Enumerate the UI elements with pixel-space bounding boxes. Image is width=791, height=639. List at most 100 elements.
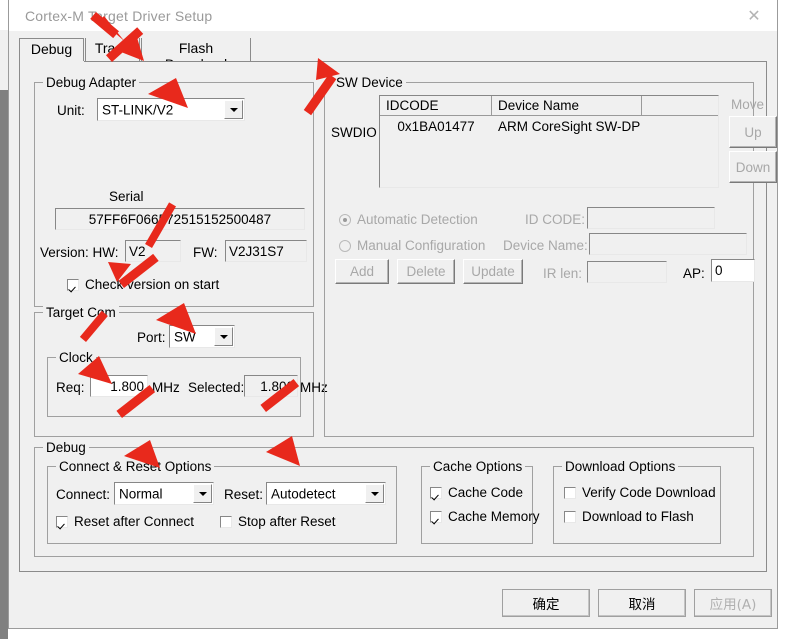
stop-after-reset-label: Stop after Reset bbox=[238, 514, 336, 529]
id-code-input[interactable] bbox=[587, 207, 715, 229]
selected-label: Selected: bbox=[188, 380, 245, 395]
tab-trace[interactable]: Trace bbox=[85, 38, 140, 62]
debug-adapter-legend: Debug Adapter bbox=[43, 75, 140, 90]
screen: Cortex-M Target Driver Setup ✕ Debug Tra… bbox=[0, 0, 791, 639]
swdio-label: SWDIO bbox=[331, 125, 377, 140]
automatic-detection-radio[interactable]: Automatic Detection bbox=[339, 212, 478, 227]
verify-code-download-box[interactable] bbox=[564, 486, 576, 499]
stop-after-reset-box[interactable] bbox=[220, 515, 232, 528]
automatic-detection-dot[interactable] bbox=[339, 213, 351, 226]
column-header-device-name: Device Name bbox=[492, 96, 642, 116]
chevron-down-icon[interactable] bbox=[365, 484, 384, 503]
unit-combo-value: ST-LINK/V2 bbox=[102, 102, 174, 117]
unit-label: Unit: bbox=[57, 103, 85, 118]
device-name-label: Device Name: bbox=[503, 238, 588, 253]
reset-label: Reset: bbox=[224, 487, 264, 502]
sw-device-legend: SW Device bbox=[333, 75, 406, 90]
clock-legend: Clock bbox=[56, 350, 96, 365]
download-to-flash-checkbox[interactable]: Download to Flash bbox=[564, 509, 694, 524]
sw-device-group: SW Device SWDIO IDCODE Device Name 0x1BA… bbox=[324, 75, 777, 437]
selected-clock-value: 1.800 bbox=[244, 375, 298, 397]
debug-adapter-group: Debug Adapter Unit: ST-LINK/V2 Serial 57… bbox=[34, 75, 314, 307]
add-button[interactable]: Add bbox=[335, 259, 389, 284]
target-com-legend: Target Com bbox=[43, 305, 119, 320]
verify-code-download-label: Verify Code Download bbox=[582, 485, 716, 500]
chevron-down-icon[interactable] bbox=[193, 484, 212, 503]
row-device-name: ARM CoreSight SW-DP bbox=[498, 118, 641, 134]
check-version-on-start-label: Check version on start bbox=[85, 277, 220, 292]
cache-code-label: Cache Code bbox=[448, 485, 524, 500]
device-name-input[interactable] bbox=[589, 233, 747, 255]
reset-combo-value: Autodetect bbox=[271, 486, 336, 501]
cache-code-checkbox[interactable]: Cache Code bbox=[430, 485, 523, 500]
req-unit-label: MHz bbox=[152, 380, 180, 395]
port-label: Port: bbox=[137, 330, 166, 345]
connect-reset-options-legend: Connect & Reset Options bbox=[56, 459, 215, 474]
cortex-m-target-driver-setup-dialog: Cortex-M Target Driver Setup ✕ Debug Tra… bbox=[8, 0, 778, 629]
ir-len-input[interactable] bbox=[587, 261, 667, 283]
tab-debug[interactable]: Debug bbox=[19, 38, 84, 62]
automatic-detection-label: Automatic Detection bbox=[357, 212, 478, 227]
port-combo[interactable]: SW bbox=[169, 325, 235, 348]
column-header-extra bbox=[642, 96, 718, 116]
device-table[interactable]: IDCODE Device Name 0x1BA01477 ARM CoreSi… bbox=[379, 95, 719, 188]
port-combo-value: SW bbox=[174, 329, 196, 344]
column-header-idcode: IDCODE bbox=[380, 96, 492, 116]
check-version-on-start-checkbox[interactable]: Check version on start bbox=[67, 277, 219, 292]
apply-button[interactable]: 应用(A) bbox=[694, 589, 772, 617]
reset-after-connect-checkbox[interactable]: Reset after Connect bbox=[56, 514, 194, 529]
move-label: Move bbox=[731, 97, 765, 112]
hw-version-value: V2 bbox=[125, 240, 181, 262]
check-version-on-start-box[interactable] bbox=[67, 278, 79, 291]
fw-label: FW: bbox=[193, 245, 218, 260]
unit-combo[interactable]: ST-LINK/V2 bbox=[97, 98, 245, 121]
serial-label: Serial bbox=[109, 189, 144, 204]
tab-flash-download[interactable]: Flash Download bbox=[141, 38, 251, 72]
reset-after-connect-label: Reset after Connect bbox=[74, 514, 195, 529]
stop-after-reset-checkbox[interactable]: Stop after Reset bbox=[220, 514, 336, 529]
manual-configuration-radio[interactable]: Manual Configuration bbox=[339, 238, 485, 253]
reset-after-connect-box[interactable] bbox=[56, 515, 68, 528]
cache-options-group: Cache Options Cache Code Cache Memory bbox=[421, 459, 540, 544]
cache-code-box[interactable] bbox=[430, 486, 442, 499]
cache-memory-label: Cache Memory bbox=[448, 509, 540, 524]
id-code-label: ID CODE: bbox=[525, 212, 586, 227]
cancel-button[interactable]: 取消 bbox=[598, 589, 686, 617]
ap-input[interactable]: 0 bbox=[711, 259, 755, 282]
connect-reset-options-group: Connect & Reset Options Connect: Normal … bbox=[47, 459, 397, 544]
tab-bar: Debug Trace Flash Download bbox=[19, 38, 767, 72]
clock-group: Clock Req: 1.800 MHz Selected: 1.800 MHz bbox=[47, 350, 328, 417]
chevron-down-icon[interactable] bbox=[214, 327, 233, 346]
move-up-button[interactable]: Up bbox=[729, 116, 777, 148]
table-row[interactable]: 0x1BA01477 ARM CoreSight SW-DP bbox=[380, 116, 718, 136]
download-to-flash-box[interactable] bbox=[564, 510, 576, 523]
ok-button[interactable]: 确定 bbox=[502, 589, 590, 617]
debug-options-group: Debug Connect & Reset Options Connect: N… bbox=[34, 440, 754, 557]
cache-memory-checkbox[interactable]: Cache Memory bbox=[430, 509, 540, 524]
cache-options-legend: Cache Options bbox=[430, 459, 526, 474]
manual-configuration-dot[interactable] bbox=[339, 239, 351, 252]
update-button[interactable]: Update bbox=[463, 259, 523, 284]
req-clock-input[interactable]: 1.800 bbox=[90, 375, 148, 397]
target-com-group: Target Com Port: SW Clock Req: 1.800 MHz… bbox=[34, 305, 328, 437]
reset-combo[interactable]: Autodetect bbox=[266, 482, 386, 505]
download-options-legend: Download Options bbox=[562, 459, 679, 474]
delete-button[interactable]: Delete bbox=[397, 259, 455, 284]
close-icon[interactable]: ✕ bbox=[731, 0, 777, 31]
download-options-group: Download Options Verify Code Download Do… bbox=[553, 459, 721, 544]
device-table-header: IDCODE Device Name bbox=[380, 96, 718, 116]
ap-label: AP: bbox=[683, 266, 705, 281]
chevron-down-icon[interactable] bbox=[224, 100, 243, 119]
title-bar: Cortex-M Target Driver Setup ✕ bbox=[9, 0, 777, 32]
fw-version-value: V2J31S7 bbox=[225, 240, 307, 262]
version-hw-label: Version: HW: bbox=[40, 245, 119, 260]
connect-combo[interactable]: Normal bbox=[114, 482, 214, 505]
ir-len-label: IR len: bbox=[543, 266, 583, 281]
cache-memory-box[interactable] bbox=[430, 510, 442, 523]
connect-combo-value: Normal bbox=[119, 486, 163, 501]
row-idcode: 0x1BA01477 bbox=[397, 118, 475, 134]
move-down-button[interactable]: Down bbox=[729, 151, 777, 183]
debug-tab-panel: Debug Adapter Unit: ST-LINK/V2 Serial 57… bbox=[19, 62, 777, 572]
verify-code-download-checkbox[interactable]: Verify Code Download bbox=[564, 485, 716, 500]
manual-configuration-label: Manual Configuration bbox=[357, 238, 486, 253]
